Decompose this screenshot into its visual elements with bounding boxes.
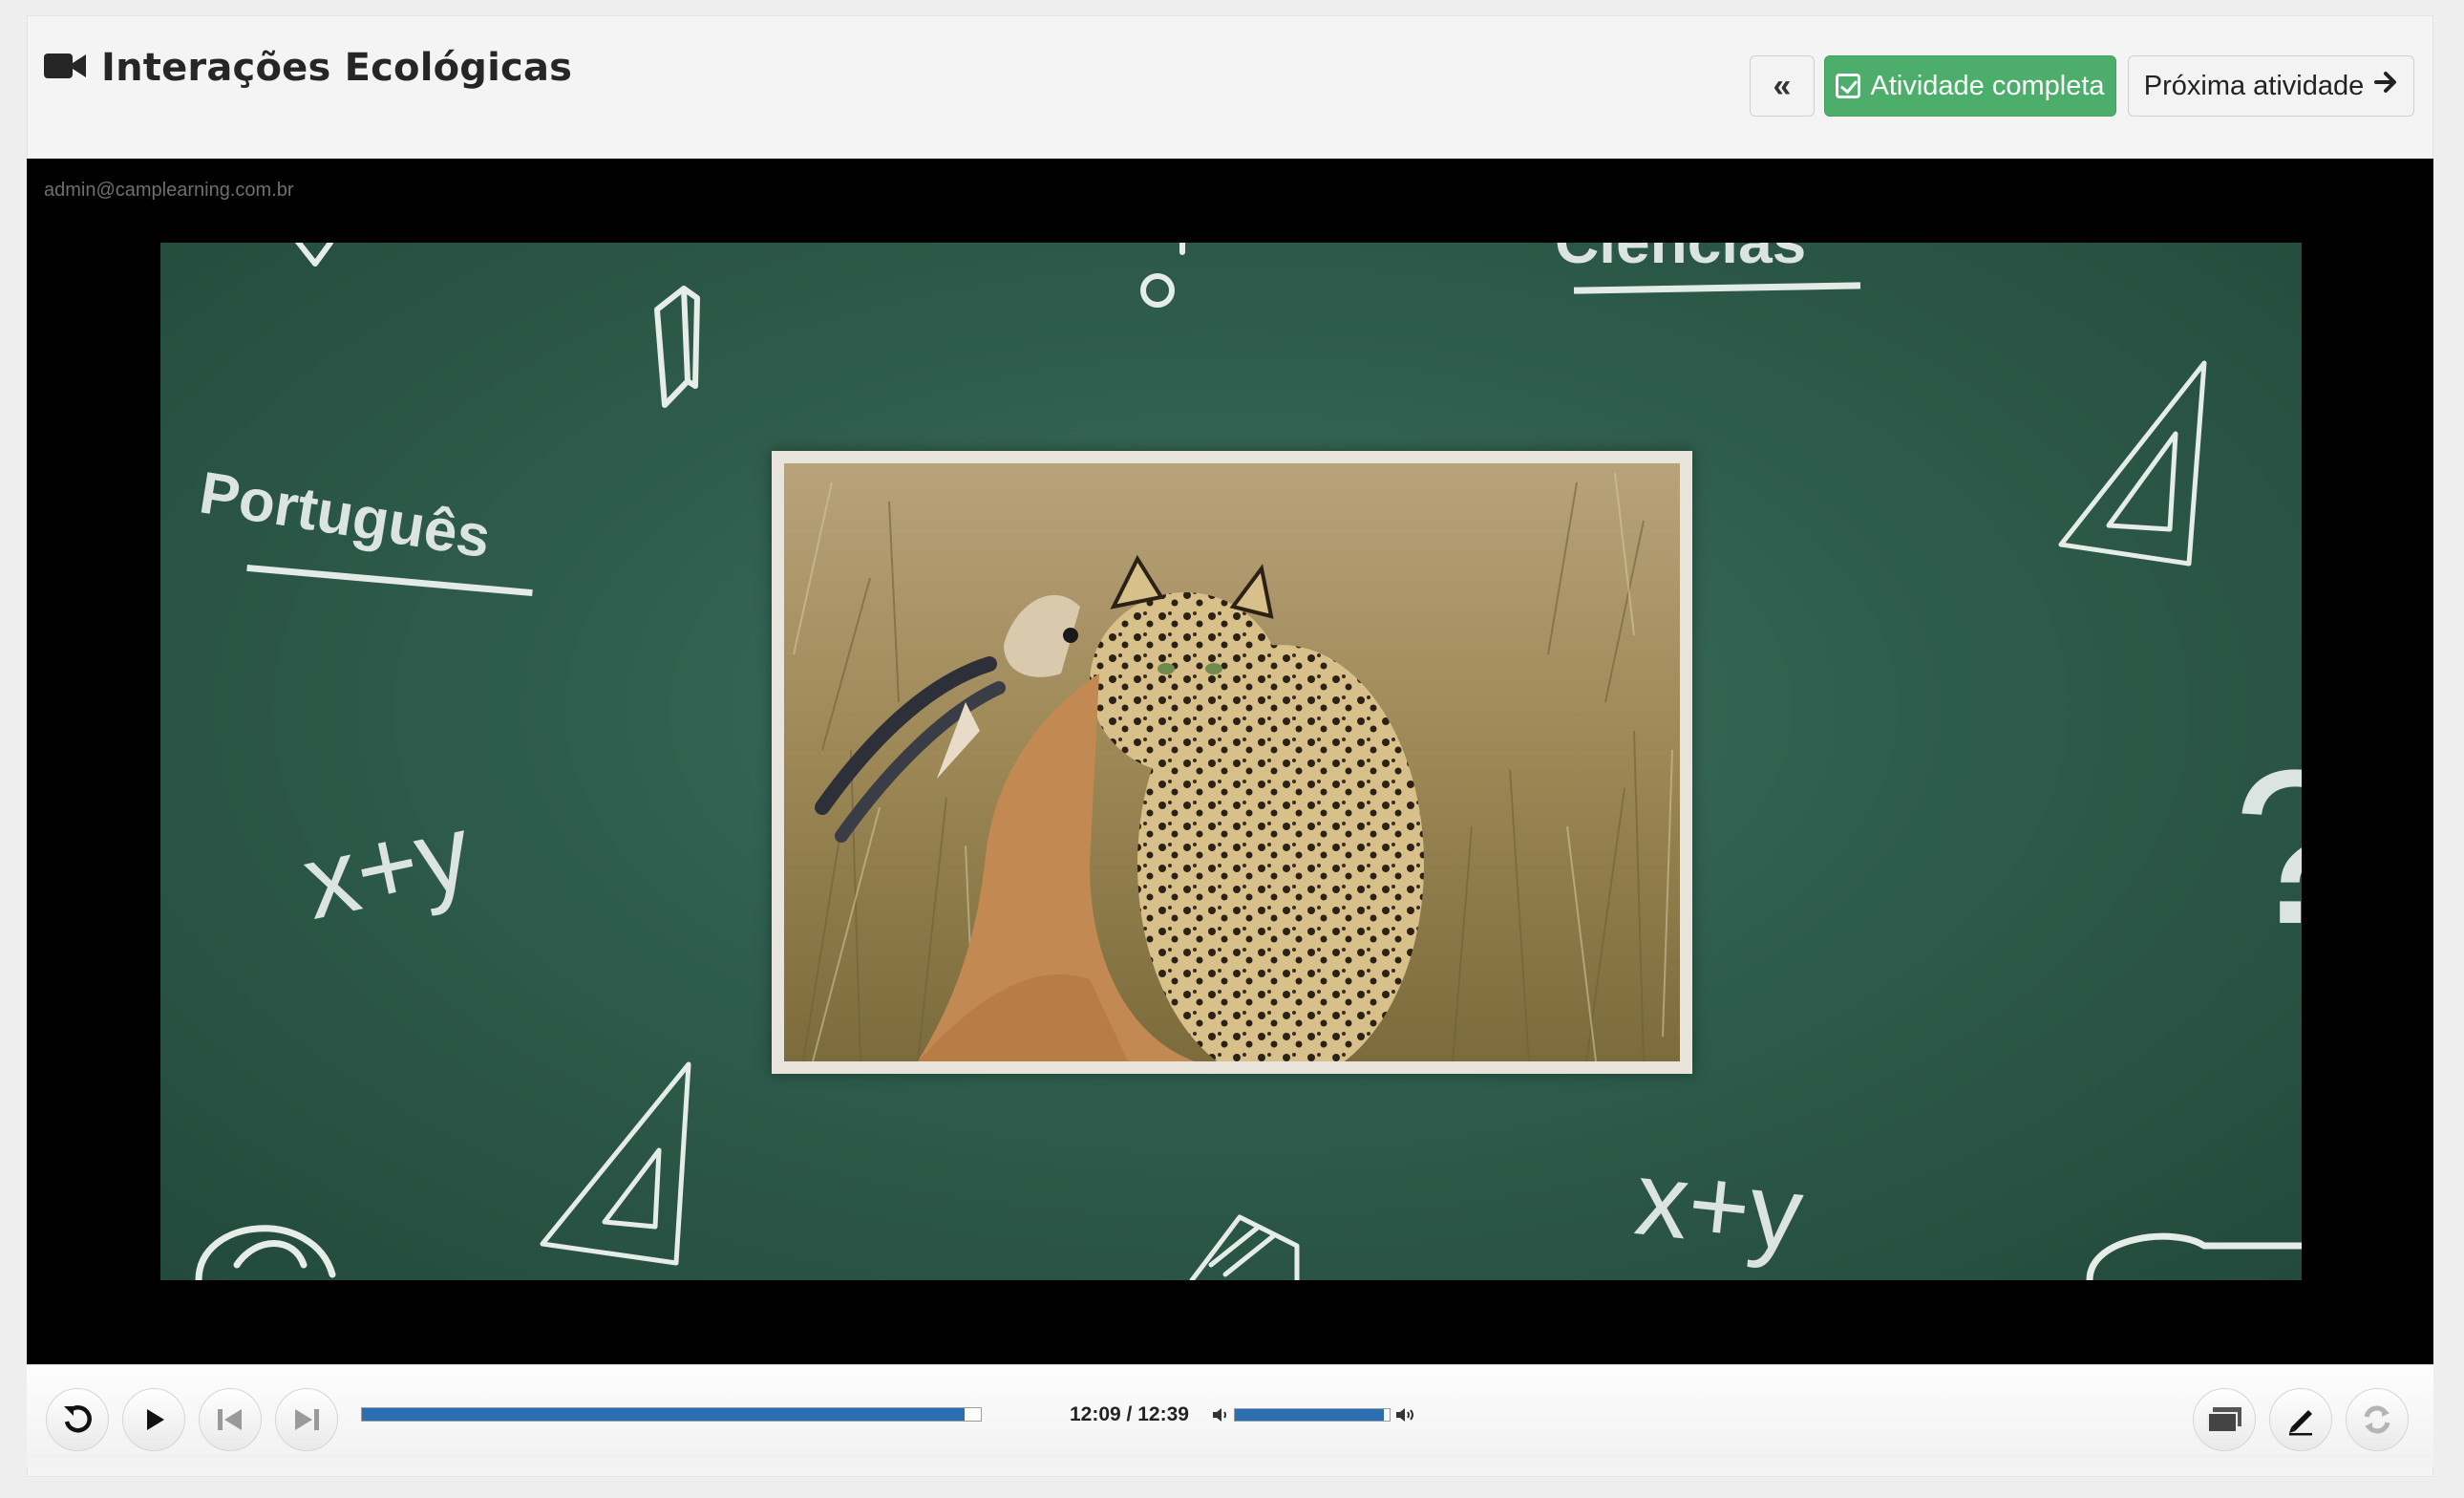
page-header: Interações Ecológicas (44, 46, 572, 90)
page-title: Interações Ecológicas (101, 46, 573, 90)
slides-button[interactable] (2193, 1388, 2256, 1451)
annotate-button[interactable] (2269, 1388, 2332, 1451)
checkbox-icon (1836, 74, 1861, 98)
leopard-photo-frame (772, 451, 1692, 1074)
video-player[interactable]: admin@camplearning.com.br Ciencias Portu… (27, 159, 2433, 1364)
slides-icon (2207, 1407, 2241, 1433)
progress-bar[interactable] (361, 1407, 982, 1422)
next-button[interactable] (275, 1388, 338, 1451)
player-controls: 12:09 / 12:39 (27, 1364, 2433, 1467)
next-icon (295, 1409, 319, 1430)
volume-slider[interactable] (1234, 1408, 1391, 1422)
pencil-icon (2289, 1410, 2312, 1436)
next-activity-label: Próxima atividade (2143, 70, 2365, 101)
next-activity-button[interactable]: Próxima atividade (2128, 55, 2414, 117)
play-button[interactable] (122, 1388, 185, 1451)
play-icon (147, 1409, 164, 1430)
back-button[interactable]: « (1750, 55, 1815, 117)
volume-fill (1235, 1409, 1384, 1421)
time-display: 12:09 / 12:39 (1070, 1403, 1189, 1425)
progress-fill (362, 1408, 966, 1421)
user-watermark: admin@camplearning.com.br (44, 180, 294, 201)
activity-complete-label: Atividade completa (1870, 70, 2105, 101)
volume-low-icon[interactable] (1211, 1405, 1230, 1424)
previous-button[interactable] (199, 1388, 262, 1451)
double-chevron-left-icon: « (1773, 67, 1792, 104)
arrow-right-icon (2373, 70, 2398, 102)
previous-icon (218, 1409, 242, 1430)
sync-button[interactable] (2346, 1388, 2409, 1451)
replay-icon (64, 1405, 92, 1433)
replay-button[interactable] (46, 1388, 109, 1451)
volume-high-icon[interactable] (1394, 1405, 1417, 1424)
video-camera-icon (44, 50, 88, 87)
sync-icon (2364, 1405, 2390, 1434)
activity-complete-button[interactable]: Atividade completa (1824, 55, 2116, 117)
video-frame[interactable]: Ciencias Português x+y x+y ? (160, 243, 2302, 1280)
leopard-gazelle-photo (784, 463, 1680, 1061)
